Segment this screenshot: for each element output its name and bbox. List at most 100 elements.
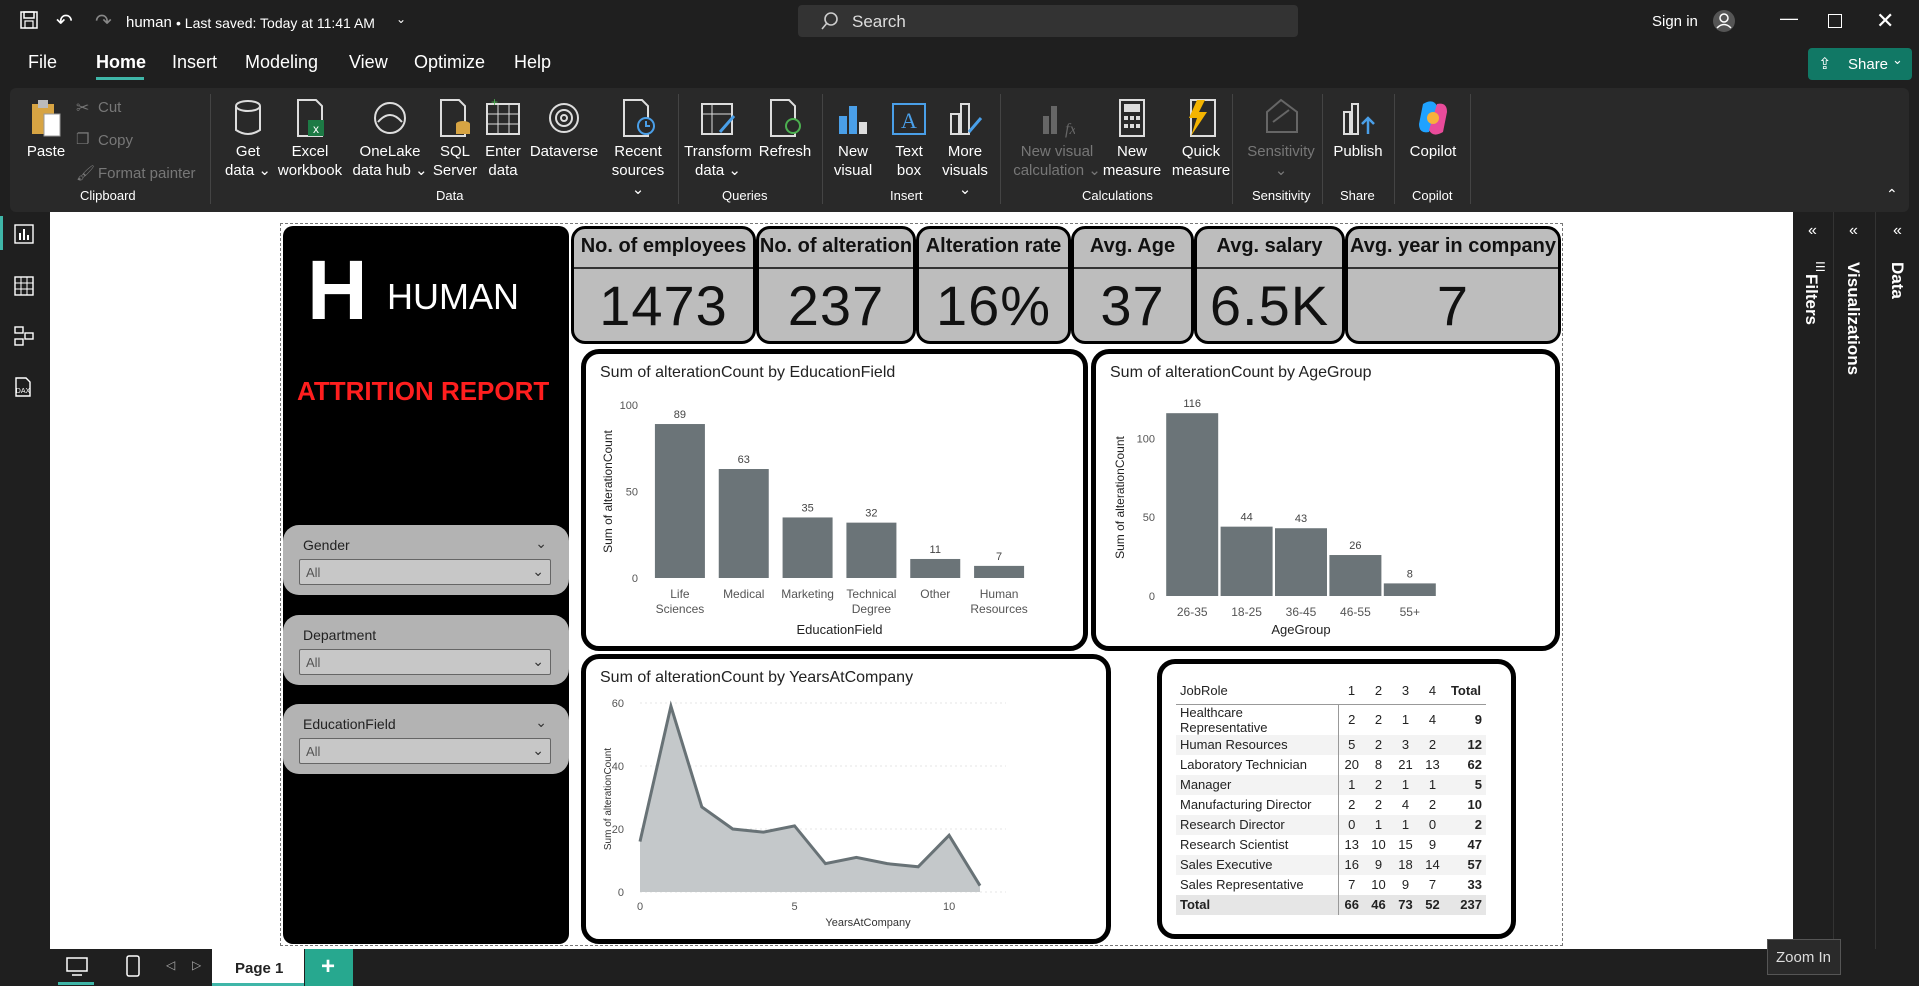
restore-icon[interactable] (1828, 14, 1842, 28)
education-field-chart-card[interactable]: Sum of alterationCount by EducationField… (581, 349, 1088, 651)
onelake-button[interactable]: OneLake data hub ⌄ (348, 98, 432, 180)
database-icon (235, 100, 261, 135)
x-tick-label: Degree (852, 602, 892, 616)
tab-optimize[interactable]: Optimize (414, 52, 485, 73)
department-slicer[interactable]: Department All ⌄ (283, 615, 569, 685)
visualizations-pane-label[interactable]: Visualizations (1843, 262, 1863, 375)
table-row[interactable]: Human Resources 5 2 3 2 12 (1176, 734, 1486, 755)
new-measure-button[interactable]: New measure (1102, 98, 1162, 180)
kpi-card-employees[interactable]: No. of employees 1473 (571, 226, 756, 344)
tab-insert[interactable]: Insert (172, 52, 217, 73)
share-button[interactable]: ⇪ Share ⌄ (1808, 48, 1912, 80)
chevron-down-icon[interactable]: ⌄ (535, 714, 547, 731)
ribbon-divider (1232, 94, 1233, 204)
mobile-layout-icon[interactable] (126, 955, 140, 982)
search-box[interactable]: Search (798, 5, 1298, 37)
sql-server-button[interactable]: SQL Server (432, 98, 478, 180)
table-row[interactable]: Research Scientist 13 10 15 9 47 (1176, 834, 1486, 855)
table-row[interactable]: Manufacturing Director 2 2 4 2 10 (1176, 794, 1486, 815)
gender-slicer[interactable]: Gender ⌄ All ⌄ (283, 525, 569, 595)
redo-icon[interactable]: ↷ (95, 9, 112, 34)
recent-sources-button[interactable]: Recent sources ⌄ (606, 98, 670, 199)
table-row[interactable]: Healthcare Representative 2 2 1 4 9 (1176, 704, 1486, 735)
collapse-filters-icon[interactable]: « (1808, 222, 1817, 240)
tab-home[interactable]: Home (96, 52, 146, 73)
kpi-card-alteration-rate[interactable]: Alteration rate 16% (916, 226, 1071, 344)
data-label: 43 (1295, 513, 1307, 525)
text-box-label-2: box (896, 162, 922, 179)
publish-button[interactable]: Publish (1328, 98, 1388, 161)
undo-icon[interactable]: ↶ (56, 9, 73, 34)
excel-icon: x (297, 99, 324, 137)
dax-query-icon[interactable]: DAX (12, 376, 34, 403)
text-box-button[interactable]: A Text box (886, 98, 932, 180)
add-page-button[interactable]: + (305, 949, 353, 986)
cut-button[interactable]: Cut (98, 99, 121, 116)
collapse-data-icon[interactable]: « (1893, 222, 1902, 240)
model-view-icon[interactable] (14, 326, 34, 351)
new-visual-calc-label-2: calculation ⌄ (1013, 162, 1101, 179)
tab-modeling[interactable]: Modeling (245, 52, 318, 73)
educationfield-dropdown[interactable]: All ⌄ (299, 738, 551, 764)
filters-pane-icon[interactable]: ☰ (1815, 260, 1826, 274)
format-painter-button[interactable]: Format painter (98, 165, 196, 182)
minimize-icon[interactable]: — (1780, 8, 1798, 29)
cell-value: 12 (1446, 734, 1486, 755)
gender-dropdown[interactable]: All ⌄ (299, 559, 551, 585)
collapse-visualizations-icon[interactable]: « (1849, 222, 1858, 240)
user-avatar-icon[interactable] (1712, 9, 1736, 38)
tab-file[interactable]: File (28, 52, 57, 73)
refresh-button[interactable]: Refresh (754, 98, 816, 161)
next-page-icon[interactable]: ▷ (192, 958, 201, 972)
file-name[interactable]: human (126, 14, 172, 31)
educationfield-slicer[interactable]: EducationField ⌄ All ⌄ (283, 704, 569, 774)
table-row[interactable]: Laboratory Technician 20 8 21 13 62 (1176, 754, 1486, 775)
sensitivity-button[interactable]: Sensitivity ⌄ (1242, 98, 1320, 180)
quick-measure-button[interactable]: Quick measure (1164, 98, 1238, 180)
table-row[interactable]: Research Director 0 1 1 0 2 (1176, 814, 1486, 835)
report-view-icon[interactable] (14, 224, 34, 249)
sign-in-link[interactable]: Sign in (1652, 13, 1698, 30)
years-at-company-chart-card[interactable]: Sum of alterationCount by YearsAtCompany… (581, 654, 1111, 944)
chevron-down-icon[interactable]: ⌄ (535, 535, 547, 552)
collapse-ribbon-icon[interactable]: ⌃ (1886, 186, 1898, 203)
table-row[interactable]: Sales Representative 7 10 9 7 33 (1176, 874, 1486, 895)
chevron-down-icon[interactable]: ⌄ (396, 12, 406, 26)
enter-data-button[interactable]: + Enter data (480, 98, 526, 180)
new-visual-button[interactable]: New visual (828, 98, 878, 180)
data-pane-label[interactable]: Data (1887, 262, 1907, 299)
total-label: Total (1176, 894, 1339, 915)
copilot-button[interactable]: Copilot (1402, 98, 1464, 161)
filters-pane-label[interactable]: Filters (1801, 274, 1821, 325)
jobrole-matrix-card[interactable]: JobRole 1 2 3 4 Total Healthcare Representativ… (1157, 659, 1516, 939)
kpi-label: No. of employees (580, 235, 747, 257)
table-row[interactable]: Sales Executive 16 9 18 14 57 (1176, 854, 1486, 875)
kpi-card-avg-age[interactable]: Avg. Age 37 (1071, 226, 1194, 344)
column-header: 4 (1419, 678, 1446, 705)
tab-help[interactable]: Help (514, 52, 551, 73)
close-icon[interactable]: ✕ (1876, 8, 1894, 34)
kpi-card-alteration[interactable]: No. of alteration 237 (756, 226, 916, 344)
paste-label: Paste (26, 143, 66, 160)
dataverse-button[interactable]: Dataverse (524, 98, 604, 161)
desktop-layout-icon[interactable] (66, 957, 88, 982)
excel-workbook-button[interactable]: x Excel workbook (272, 98, 348, 180)
copy-button[interactable]: Copy (98, 132, 133, 149)
age-group-chart-card[interactable]: Sum of alterationCount by AgeGroup 0 50 10… (1091, 349, 1560, 651)
kpi-card-avg-salary[interactable]: Avg. salary 6.5K (1194, 226, 1345, 344)
paste-button[interactable]: Paste (24, 98, 68, 161)
page-tab[interactable]: Page 1 (212, 949, 304, 986)
more-visuals-button[interactable]: More visuals ⌄ (934, 98, 996, 199)
transform-data-button[interactable]: Transform data ⌄ (682, 98, 754, 180)
tab-view[interactable]: View (349, 52, 388, 73)
data-label: 11 (930, 544, 941, 556)
more-visuals-label-1: More (947, 143, 983, 160)
get-data-button[interactable]: Get data ⌄ (220, 98, 276, 180)
department-dropdown[interactable]: All ⌄ (299, 649, 551, 675)
kpi-card-avg-year[interactable]: Avg. year in company 7 (1345, 226, 1561, 344)
save-icon[interactable] (20, 11, 38, 29)
new-visual-calculation-button[interactable]: fx New visual calculation ⌄ (1012, 98, 1102, 180)
table-row[interactable]: Manager 1 2 1 1 5 (1176, 774, 1486, 795)
prev-page-icon[interactable]: ◁ (166, 958, 175, 972)
table-view-icon[interactable] (14, 276, 34, 301)
